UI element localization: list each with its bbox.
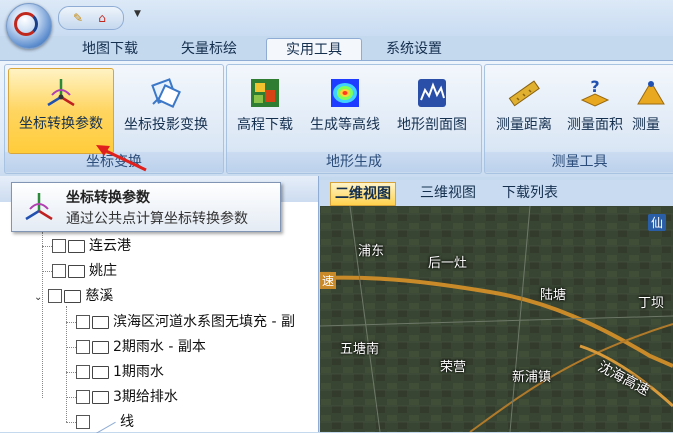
button-label: 测量距离: [496, 117, 552, 133]
expand-chevron-icon[interactable]: ⌄: [34, 292, 42, 303]
tree-item-label: 连云港: [89, 238, 131, 254]
tab-map-download[interactable]: 地图下载: [70, 38, 150, 60]
map-corner-badge[interactable]: 仙: [648, 214, 667, 231]
measure-distance-button[interactable]: 测量距离: [488, 70, 560, 154]
tree-item-label: 1期雨水: [113, 364, 164, 380]
group-label: 测量工具: [485, 152, 673, 172]
tooltip-description: 通过公共点计算坐标转换参数: [66, 211, 248, 227]
folder-icon: [92, 315, 109, 329]
button-label: 坐标转换参数: [19, 116, 103, 132]
pencil-icon[interactable]: ✎: [69, 9, 87, 27]
tree-item-label: 姚庄: [89, 263, 117, 279]
tree-item[interactable]: 3期给排水: [76, 387, 178, 407]
tab-vector-plot[interactable]: 矢量标绘: [166, 38, 252, 60]
layer-checkbox[interactable]: [76, 390, 90, 404]
tree-item[interactable]: 姚庄: [52, 261, 117, 281]
tree-item-label: 滨海区河道水系图无填充 - 副: [113, 314, 295, 330]
profile-chart-icon: [418, 79, 446, 107]
folder-icon: [68, 239, 85, 253]
elevation-map-icon: [251, 79, 279, 107]
highway-shield: 速: [320, 272, 337, 289]
button-label: 测量面积: [567, 117, 623, 133]
tree-item-label: 线: [120, 414, 134, 430]
button-label: 地形剖面图: [397, 117, 467, 133]
map-label: 五塘南: [340, 342, 380, 357]
contour-heatmap-icon: [331, 79, 359, 107]
terrain-profile-button[interactable]: 地形剖面图: [388, 70, 476, 154]
layer-checkbox[interactable]: [76, 340, 90, 354]
layer-checkbox[interactable]: [48, 289, 63, 303]
tab-system-settings[interactable]: 系统设置: [372, 38, 456, 60]
tree-item[interactable]: 连云港: [52, 236, 131, 256]
group-label: 地形生成: [227, 152, 481, 172]
button-label: 坐标投影变换: [124, 117, 208, 133]
map-label: 浦东: [358, 244, 385, 259]
measure-tool-icon: [637, 81, 665, 105]
map-label: 后一灶: [428, 256, 468, 271]
tooltip: 坐标转换参数 通过公共点计算坐标转换参数: [11, 182, 281, 232]
map-label: 丁坝: [638, 296, 665, 311]
layer-checkbox[interactable]: [52, 264, 66, 278]
tree-item-label: 3期给排水: [113, 389, 178, 405]
folder-icon: [92, 365, 109, 379]
svg-text:?: ?: [590, 77, 599, 96]
coordinate-axes-icon: [47, 79, 75, 107]
tree-item[interactable]: 1期雨水: [76, 362, 164, 382]
app-logo-icon: [14, 12, 38, 36]
map-label: 新浦镇: [512, 370, 552, 385]
red-pointer-arrow-icon: [96, 145, 147, 172]
layer-checkbox[interactable]: [52, 239, 66, 253]
tree-item-label: 2期雨水 - 副本: [113, 339, 206, 355]
folder-open-icon: [64, 289, 82, 303]
tree-item[interactable]: ⌄ 慈溪: [34, 286, 113, 306]
folder-icon: [92, 340, 109, 354]
folder-icon: [92, 390, 109, 404]
folder-icon: [68, 264, 85, 278]
tree-item[interactable]: 滨海区河道水系图无填充 - 副: [76, 312, 318, 332]
button-label: 生成等高线: [310, 117, 380, 133]
layer-checkbox[interactable]: [76, 365, 90, 379]
quick-access-toolbar: ✎ ⌂: [58, 6, 124, 30]
area-question-icon: ?: [580, 77, 610, 107]
layer-checkbox[interactable]: [76, 415, 90, 429]
elevation-download-button[interactable]: 高程下载: [228, 70, 302, 154]
button-label: 测量: [632, 117, 660, 133]
button-label: 高程下载: [237, 117, 293, 133]
ruler-icon: [508, 80, 540, 107]
tab-2d-view[interactable]: 二维视图: [330, 182, 396, 206]
qat-customize-icon[interactable]: ▼: [134, 9, 141, 19]
tab-utilities[interactable]: 实用工具: [266, 38, 362, 61]
tooltip-title: 坐标转换参数: [66, 190, 150, 206]
satellite-map[interactable]: 浦东 后一灶 速 陆塘 丁坝 五塘南 荣营 新浦镇 沈海高速 仙: [320, 206, 673, 432]
projection-transform-icon: [151, 78, 181, 108]
home-icon[interactable]: ⌂: [93, 9, 111, 27]
map-label: 荣营: [440, 360, 467, 375]
tree-item-label: 慈溪: [85, 288, 114, 304]
measure-other-button[interactable]: 测量: [630, 70, 673, 154]
generate-contours-button[interactable]: 生成等高线: [302, 70, 388, 154]
tree-item[interactable]: 2期雨水 - 副本: [76, 337, 206, 357]
tab-download-list[interactable]: 下载列表: [498, 182, 562, 204]
measure-area-button[interactable]: ? 测量面积: [560, 70, 630, 154]
tree-item[interactable]: 线: [76, 410, 134, 433]
coordinate-axes-icon: [25, 193, 53, 221]
tab-3d-view[interactable]: 三维视图: [416, 182, 480, 204]
map-label: 陆塘: [540, 288, 567, 303]
layer-checkbox[interactable]: [76, 315, 90, 329]
line-layer-icon: [90, 410, 116, 433]
